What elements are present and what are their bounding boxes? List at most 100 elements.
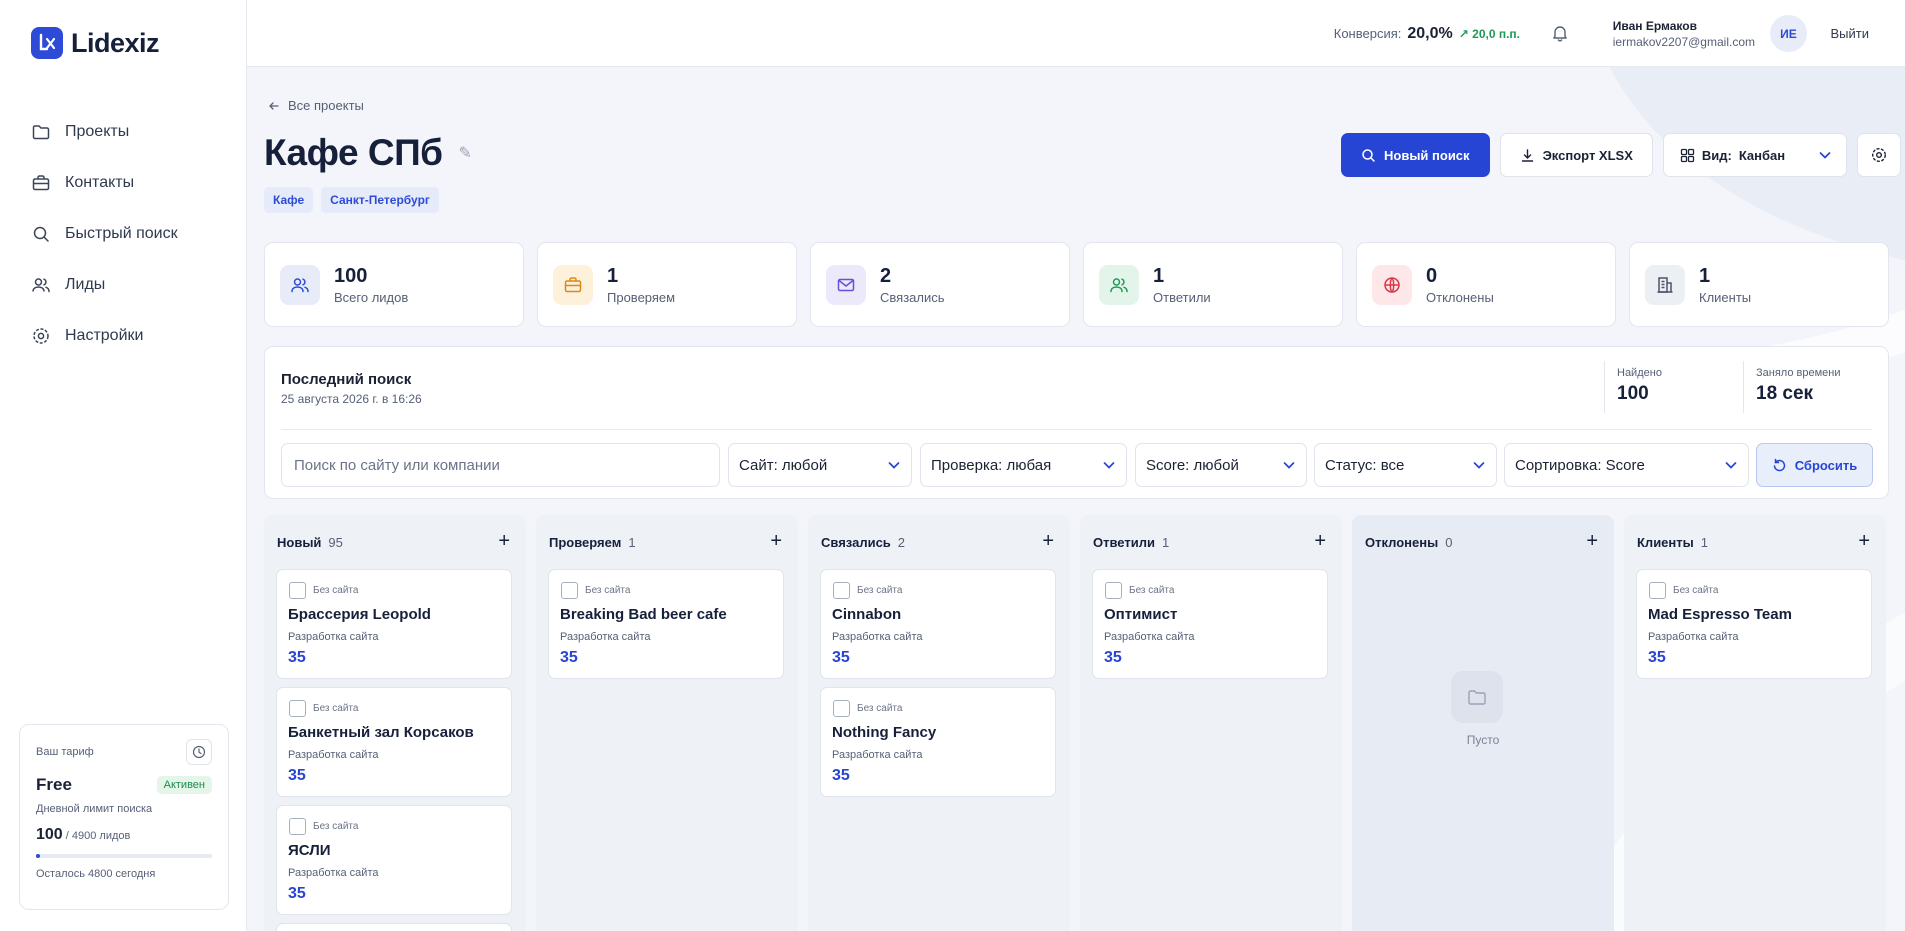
column-count: 95 (328, 535, 343, 550)
chevron-down-icon (1473, 462, 1485, 469)
stat-card-checking[interactable]: 1 Проверяем (537, 242, 797, 327)
add-card-button[interactable]: + (770, 530, 782, 553)
reset-button[interactable]: Сбросить (1756, 443, 1873, 487)
new-search-button[interactable]: Новый поиск (1341, 133, 1490, 177)
card-checkbox[interactable] (833, 582, 850, 599)
lead-card[interactable]: Без сайта Breaking Bad beer cafe Разрабо… (548, 569, 784, 679)
lead-card[interactable]: Без сайта Cinnabon Разработка сайта 35 (820, 569, 1056, 679)
stat-card-clients[interactable]: 1 Клиенты (1629, 242, 1889, 327)
card-checkbox[interactable] (1649, 582, 1666, 599)
stat-card-contacted[interactable]: 2 Связались (810, 242, 1070, 327)
kanban-column-checking: Проверяем 1 + Без сайта Breaking Bad beer… (536, 515, 798, 931)
kanban-column-rejected: Отклонены 0 + Пусто (1352, 515, 1614, 931)
sidebar-item-leads[interactable]: Лиды (31, 259, 178, 310)
lead-card[interactable]: Без сайта ЯСЛИ Разработка сайта 35 (276, 805, 512, 915)
lead-card[interactable]: Без сайта Банкетный зал Корсаков Разрабо… (276, 687, 512, 797)
sidebar-item-projects[interactable]: Проекты (31, 106, 178, 157)
column-header: Ответили 1 (1093, 535, 1169, 550)
chevron-down-icon (1103, 462, 1115, 469)
stat-label: Отклонены (1426, 289, 1494, 305)
globe-icon (1372, 264, 1412, 305)
card-checkbox[interactable] (561, 582, 578, 599)
top-bar: Конверсия: 20,0% ↗ 20,0 п.п. Иван Ермако… (247, 0, 1905, 67)
conversion-label: Конверсия: (1333, 26, 1402, 41)
plan-name: Free (36, 775, 72, 794)
column-count: 1 (1700, 535, 1708, 550)
lead-card[interactable]: Без сайта Nothing Fancy Разработка сайта… (820, 687, 1056, 797)
add-card-button[interactable]: + (498, 530, 510, 553)
card-checkbox[interactable] (1105, 582, 1122, 599)
divider (281, 429, 1872, 430)
stat-value: 1 (607, 264, 619, 287)
user-info[interactable]: Иван Ермаков iermakov2207@gmail.com (1613, 19, 1755, 49)
view-select[interactable]: Вид: Канбан (1662, 133, 1847, 177)
card-name: Брассерия Leopold (288, 606, 431, 623)
filter-site-select[interactable]: Сайт: любой (728, 443, 912, 487)
download-icon (1521, 148, 1533, 162)
lead-card[interactable]: Без сайта Брассерия Leopold Разработка с… (276, 569, 512, 679)
filter-check-select[interactable]: Проверка: любая (920, 443, 1127, 487)
export-label: Экспорт XLSX (1542, 147, 1633, 163)
filter-label: Проверка: любая (931, 456, 1052, 474)
gear-icon (1871, 147, 1886, 163)
logo[interactable]: Lidexiz (31, 27, 160, 59)
search-icon (1362, 148, 1375, 162)
logout-link[interactable]: Выйти (1831, 26, 1870, 41)
card-checkbox[interactable] (289, 700, 306, 717)
card-service: Разработка сайта (1104, 631, 1195, 643)
column-count: 0 (1445, 535, 1453, 550)
view-select-value: Канбан (1738, 147, 1786, 163)
add-card-button[interactable]: + (1858, 530, 1870, 553)
kanban-column-new: Новый 95 + Без сайта Брассерия Leopold Ра… (264, 515, 526, 931)
lead-card-partial[interactable] (276, 923, 512, 931)
briefcase-icon (553, 264, 593, 305)
card-checkbox[interactable] (289, 818, 306, 835)
stat-card-replied[interactable]: 1 Ответили (1083, 242, 1343, 327)
column-header: Связались 2 (821, 535, 905, 550)
plan-limit-label: Дневной лимит поиска (36, 803, 153, 815)
sidebar-item-label: Настройки (65, 326, 144, 344)
last-search-panel: Последний поиск 25 августа 2026 г. в 16:… (264, 346, 1889, 499)
column-title: Отклонены (1365, 535, 1439, 550)
card-name: Банкетный зал Корсаков (288, 724, 474, 741)
kanban-column-replied: Ответили 1 + Без сайта Оптимист Разработк… (1080, 515, 1342, 931)
filter-score-select[interactable]: Score: любой (1135, 443, 1307, 487)
stat-card-total[interactable]: 100 Всего лидов (264, 242, 524, 327)
pencil-icon[interactable]: ✎ (459, 143, 472, 163)
stat-value: 100 (334, 264, 368, 287)
add-card-button[interactable]: + (1314, 530, 1326, 553)
avatar[interactable]: ИЕ (1770, 15, 1807, 52)
clock-icon[interactable] (186, 739, 212, 765)
plan-progress-fill (36, 854, 40, 858)
card-site: Без сайта (585, 585, 631, 596)
sidebar-item-quick-search[interactable]: Быстрый поиск (31, 208, 178, 259)
plan-progress-bar (36, 854, 212, 858)
column-title: Клиенты (1637, 535, 1694, 550)
gear-icon (33, 327, 49, 344)
sidebar-item-contacts[interactable]: Контакты (31, 157, 178, 208)
plan-label: Ваш тариф (36, 746, 94, 758)
column-header: Отклонены 0 (1365, 535, 1452, 550)
sort-select[interactable]: Сортировка: Score (1504, 443, 1749, 487)
sidebar-item-settings[interactable]: Настройки (31, 310, 178, 361)
export-button[interactable]: Экспорт XLSX (1499, 133, 1653, 177)
settings-button[interactable] (1856, 133, 1901, 177)
found-label: Найдено (1617, 367, 1662, 379)
bell-icon[interactable] (1551, 24, 1569, 47)
add-card-button[interactable]: + (1042, 530, 1054, 553)
logo-mark-icon (31, 27, 63, 59)
card-checkbox[interactable] (289, 582, 306, 599)
add-card-button[interactable]: + (1586, 530, 1598, 553)
card-service: Разработка сайта (288, 749, 379, 761)
lead-card[interactable]: Без сайта Оптимист Разработка сайта 35 (1092, 569, 1328, 679)
stat-value: 2 (880, 264, 892, 287)
filter-status-select[interactable]: Статус: все (1314, 443, 1497, 487)
search-input[interactable] (281, 443, 720, 487)
card-score: 35 (288, 885, 306, 902)
stat-card-rejected[interactable]: 0 Отклонены (1356, 242, 1616, 327)
back-link[interactable]: Все проекты (268, 98, 364, 113)
conversion-stat: Конверсия: 20,0% ↗ 20,0 п.п. (1334, 25, 1520, 43)
card-site: Без сайта (313, 703, 359, 714)
card-checkbox[interactable] (833, 700, 850, 717)
lead-card[interactable]: Без сайта Mad Espresso Team Разработка с… (1636, 569, 1872, 679)
